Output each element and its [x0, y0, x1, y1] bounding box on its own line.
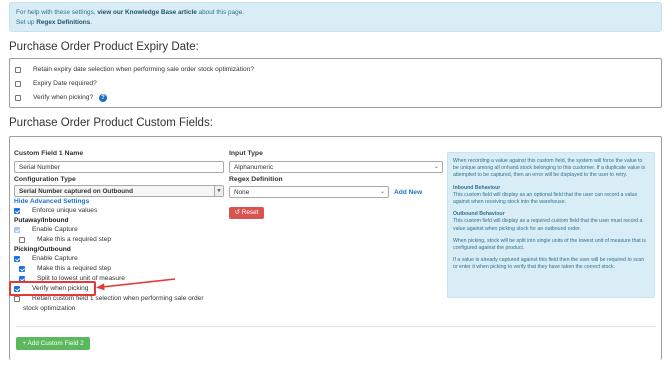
section-divider — [16, 326, 656, 327]
custom-field-1-name-input[interactable]: Serial Number — [14, 161, 224, 173]
setup-text-post: . — [90, 18, 93, 26]
reset-button-label: Reset — [241, 209, 259, 216]
input-type-value: Alphanumeric — [234, 164, 274, 171]
required-step-inbound-checkbox[interactable] — [19, 237, 25, 243]
regex-definitions-link[interactable]: Regex Definitions — [36, 19, 90, 26]
enforce-unique-checkbox[interactable] — [14, 208, 20, 214]
info-picking-text: When picking, stock will be split into s… — [453, 237, 646, 252]
annotation-highlight — [9, 281, 96, 296]
knowledge-base-link[interactable]: view our Knowledge Base article — [97, 9, 196, 16]
configuration-type-value: Serial Number captured on Outbound — [19, 188, 133, 195]
putaway-inbound-heading: Putaway/Inbound — [14, 217, 69, 224]
info-inbound-heading: Inbound Behaviour — [453, 184, 501, 191]
setup-text: Set up — [16, 18, 37, 26]
info-outbound-heading: Outbound Behaviour — [453, 211, 505, 218]
expiry-section-title: Purchase Order Product Expiry Date: — [9, 41, 199, 53]
help-line-1: For help with these settings, view our K… — [16, 8, 655, 18]
input-type-label: Input Type — [229, 150, 263, 157]
required-step-outbound-label: Make this a required step — [37, 265, 112, 272]
retain-expiry-label: Retain expiry date selection when perfor… — [33, 66, 255, 73]
help-banner: For help with these settings, view our K… — [9, 2, 662, 32]
picking-outbound-heading: Picking/Outbound — [14, 246, 71, 253]
verify-picking-expiry-label: Verify when picking? — [33, 94, 94, 101]
retain-custom-field-label: Retain custom field 1 selection when per… — [32, 295, 204, 302]
regex-definition-select[interactable]: None ⌄ — [229, 186, 389, 198]
custom-field-behaviour-info: When recording a value against this cust… — [447, 152, 655, 298]
help-line-2: Set up Regex Definitions. — [16, 18, 655, 28]
info-inbound-text: This custom field will display as an opt… — [453, 191, 638, 206]
configuration-type-label: Configuration Type — [14, 176, 76, 183]
chevron-down-icon: ⌄ — [379, 189, 385, 195]
expiry-required-label: Expiry Date required? — [33, 80, 97, 87]
verify-picking-expiry-checkbox[interactable] — [15, 95, 21, 101]
retain-custom-field-label-cont: stock optimization — [23, 305, 76, 312]
info-outbound-text: This custom field will display as a requ… — [453, 218, 643, 232]
info-unique-text: When recording a value against this cust… — [453, 158, 646, 179]
chevron-down-icon: ▾ — [214, 186, 223, 196]
chevron-down-icon: ⌄ — [433, 164, 439, 170]
add-new-regex-link[interactable]: Add New — [394, 189, 422, 197]
help-text-post: about this page. — [196, 9, 245, 16]
configuration-type-select[interactable]: Serial Number captured on Outbound ▾ — [14, 185, 224, 197]
required-step-outbound-checkbox[interactable] — [19, 266, 25, 272]
enable-capture-outbound-label: Enable Capture — [32, 255, 78, 262]
retain-custom-field-checkbox[interactable] — [14, 296, 20, 302]
enforce-unique-label: Enforce unique values — [32, 207, 98, 214]
add-custom-field-button[interactable]: + Add Custom Field 2 — [16, 337, 90, 350]
regex-definition-value: None — [234, 189, 250, 196]
help-icon[interactable]: ? — [99, 94, 107, 102]
help-text: For help with these settings, — [16, 9, 98, 16]
info-captured-text: If a value is already captured against t… — [453, 257, 645, 271]
reset-button[interactable]: ↺ Reset — [229, 207, 264, 219]
enable-capture-inbound-checkbox[interactable] — [14, 227, 20, 233]
enable-capture-outbound-checkbox[interactable] — [14, 256, 20, 262]
custom-field-1-name-label: Custom Field 1 Name — [14, 150, 84, 157]
regex-definition-label: Regex Definition — [229, 176, 283, 183]
undo-icon: ↺ — [234, 209, 240, 216]
retain-expiry-checkbox[interactable] — [15, 67, 21, 73]
enable-capture-inbound-label: Enable Capture — [32, 226, 78, 233]
required-step-inbound-label: Make this a required step — [37, 236, 112, 243]
custom-fields-section-title: Purchase Order Product Custom Fields: — [9, 117, 213, 129]
expiry-required-checkbox[interactable] — [15, 81, 21, 87]
input-type-select[interactable]: Alphanumeric ⌄ — [229, 161, 443, 173]
hide-advanced-settings-link[interactable]: Hide Advanced Settings — [14, 198, 89, 206]
annotation-arrow-icon — [96, 278, 176, 291]
